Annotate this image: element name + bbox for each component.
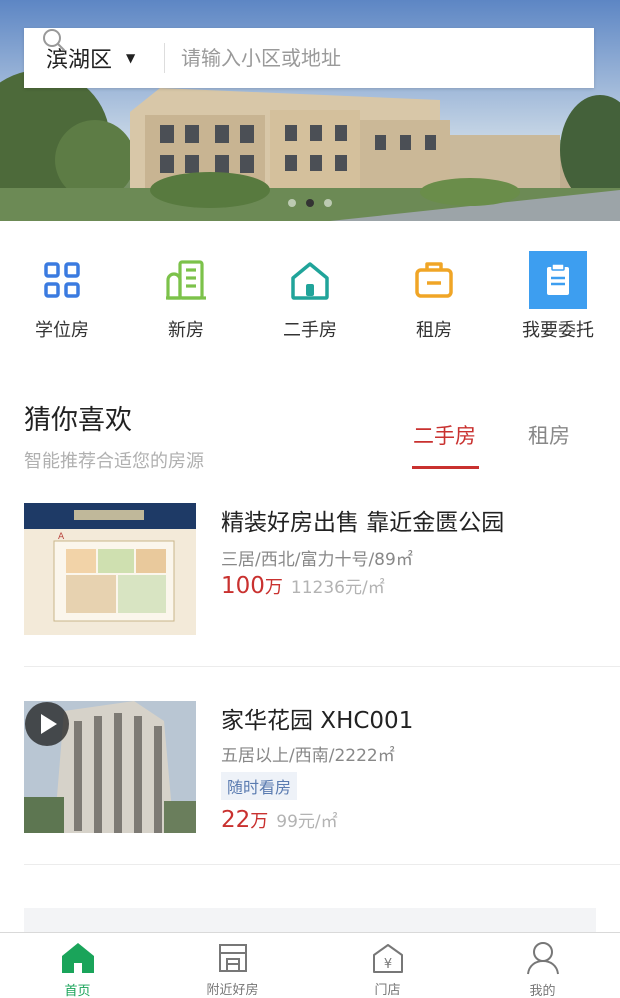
category-grid: 学位房 新房 二手房 租房 我要委托 <box>0 250 620 342</box>
category-school-district[interactable]: 学位房 <box>0 250 124 342</box>
suitcase-icon <box>404 250 464 310</box>
category-label: 学位房 <box>35 320 89 341</box>
nav-home[interactable]: 首页 <box>0 933 155 998</box>
nav-stores[interactable]: ¥ 门店 <box>310 933 465 998</box>
listing-price: 100 万 11236元/㎡ <box>221 573 385 599</box>
unit-price: 99元/㎡ <box>276 812 338 832</box>
listing-tag: 随时看房 <box>221 772 298 800</box>
category-second-hand[interactable]: 二手房 <box>248 250 372 342</box>
category-label: 新房 <box>168 320 204 341</box>
app-page: 滨湖区 ▼ 请输入小区或地址 学位房 新房 二手房 租房 我要委托 猜你喜欢 智… <box>0 0 620 998</box>
banner-dot-active[interactable] <box>306 199 314 207</box>
tab-rent[interactable]: 租房 <box>528 420 570 450</box>
video-play-icon[interactable] <box>24 701 70 747</box>
price-value: 100 <box>221 573 265 599</box>
building-icon <box>156 250 216 310</box>
category-label: 我要委托 <box>522 320 594 341</box>
svg-text:A: A <box>58 532 65 542</box>
category-rent[interactable]: 租房 <box>372 250 496 342</box>
search-bar: 滨湖区 ▼ <box>24 28 594 88</box>
listing-divider <box>24 666 620 667</box>
nav-label: 首页 <box>64 984 91 998</box>
price-unit: 万 <box>264 577 283 598</box>
listing-title: 家华花园 XHC001 <box>221 708 414 734</box>
banner-pagination <box>0 199 620 207</box>
shop-yen-icon: ¥ <box>369 941 407 974</box>
search-icon[interactable] <box>42 28 66 52</box>
tab-second-hand[interactable]: 二手房 <box>413 420 476 450</box>
nav-mine[interactable]: 我的 <box>465 933 620 998</box>
listing-divider <box>24 864 620 865</box>
section-title: 猜你喜欢 <box>24 405 132 436</box>
nav-label: 附近好房 <box>206 983 259 998</box>
search-input[interactable] <box>181 46 511 70</box>
grid-icon <box>32 250 92 310</box>
clipboard-icon <box>528 250 588 310</box>
svg-text:¥: ¥ <box>383 957 391 972</box>
caret-down-icon: ▼ <box>126 51 136 65</box>
banner-dot[interactable] <box>288 199 296 207</box>
section-subtitle: 智能推荐合适您的房源 <box>24 451 204 472</box>
hero-banner[interactable]: 滨湖区 ▼ <box>0 0 620 221</box>
listing-card[interactable]: 家华花园 XHC001 五居以上/西南/2222㎡ 随时看房 22 万 99元/… <box>24 701 620 901</box>
house-icon <box>280 250 340 310</box>
listing-title: 精装好房出售 靠近金匮公园 <box>221 510 505 536</box>
nav-nearby[interactable]: 附近好房 <box>155 933 310 998</box>
home-icon <box>59 941 97 975</box>
nav-label: 门店 <box>374 983 401 998</box>
unit-price: 11236元/㎡ <box>290 578 385 598</box>
listing-thumbnail: A <box>24 503 196 635</box>
price-unit: 万 <box>250 811 269 832</box>
category-new-home[interactable]: 新房 <box>124 250 248 342</box>
store-icon <box>214 941 252 974</box>
nav-label: 我的 <box>529 984 556 998</box>
category-entrust[interactable]: 我要委托 <box>496 250 620 342</box>
user-icon <box>524 941 562 975</box>
listing-info: 三居/西北/富力十号/89㎡ <box>221 550 413 570</box>
bottom-nav: 首页 附近好房 ¥ 门店 我的 <box>0 932 620 998</box>
search-divider <box>164 43 165 73</box>
listing-thumbnail <box>24 701 196 833</box>
listing-card[interactable]: A 精装好房出售 靠近金匮公园 三居/西北/富力十号/89㎡ 100 万 112… <box>24 503 620 703</box>
banner-dot[interactable] <box>324 199 332 207</box>
listing-price: 22 万 99元/㎡ <box>221 807 338 833</box>
tab-underline <box>412 466 479 469</box>
category-label: 租房 <box>416 320 452 341</box>
listing-info: 五居以上/西南/2222㎡ <box>221 746 395 766</box>
price-value: 22 <box>221 807 251 833</box>
category-label: 二手房 <box>283 320 337 341</box>
